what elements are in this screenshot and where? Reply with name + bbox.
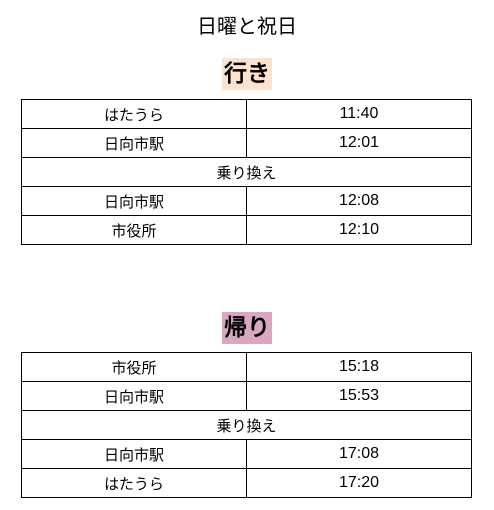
return-heading-block: 帰り — [0, 312, 494, 346]
departure-time: 15:18 — [246, 352, 472, 382]
transfer-label: 乗り換え — [21, 157, 472, 187]
transfer-label: 乗り換え — [21, 410, 472, 440]
departure-time: 12:01 — [246, 128, 472, 158]
stop-name: 日向市駅 — [21, 381, 247, 411]
transfer-row: 乗り換え — [21, 410, 472, 440]
transfer-row: 乗り換え — [21, 157, 472, 187]
stop-name: 日向市駅 — [21, 128, 247, 158]
outbound-timetable: はたうら 11:40 日向市駅 12:01 乗り換え 日向市駅 12:08 市役… — [21, 99, 472, 245]
departure-time: 12:10 — [246, 215, 472, 245]
stop-name: 市役所 — [21, 352, 247, 382]
stop-name: 日向市駅 — [21, 439, 247, 469]
outbound-heading-block: 行き — [0, 58, 494, 92]
stop-name: はたうら — [21, 468, 247, 498]
table-row: 市役所 15:18 — [21, 352, 472, 382]
departure-time: 17:08 — [246, 439, 472, 469]
page-title: 日曜と祝日 — [197, 14, 297, 38]
table-row: 日向市駅 12:01 — [21, 128, 472, 158]
departure-time: 15:53 — [246, 381, 472, 411]
table-row: 日向市駅 12:08 — [21, 186, 472, 216]
departure-time: 12:08 — [246, 186, 472, 216]
departure-time: 11:40 — [246, 99, 472, 129]
table-row: 日向市駅 15:53 — [21, 381, 472, 411]
outbound-heading: 行き — [222, 58, 272, 90]
table-row: 日向市駅 17:08 — [21, 439, 472, 469]
return-timetable: 市役所 15:18 日向市駅 15:53 乗り換え 日向市駅 17:08 はたう… — [21, 352, 472, 498]
stop-name: 市役所 — [21, 215, 247, 245]
table-row: 市役所 12:10 — [21, 215, 472, 245]
stop-name: 日向市駅 — [21, 186, 247, 216]
stop-name: はたうら — [21, 99, 247, 129]
return-heading: 帰り — [222, 312, 272, 344]
table-row: はたうら 11:40 — [21, 99, 472, 129]
departure-time: 17:20 — [246, 468, 472, 498]
table-row: はたうら 17:20 — [21, 468, 472, 498]
